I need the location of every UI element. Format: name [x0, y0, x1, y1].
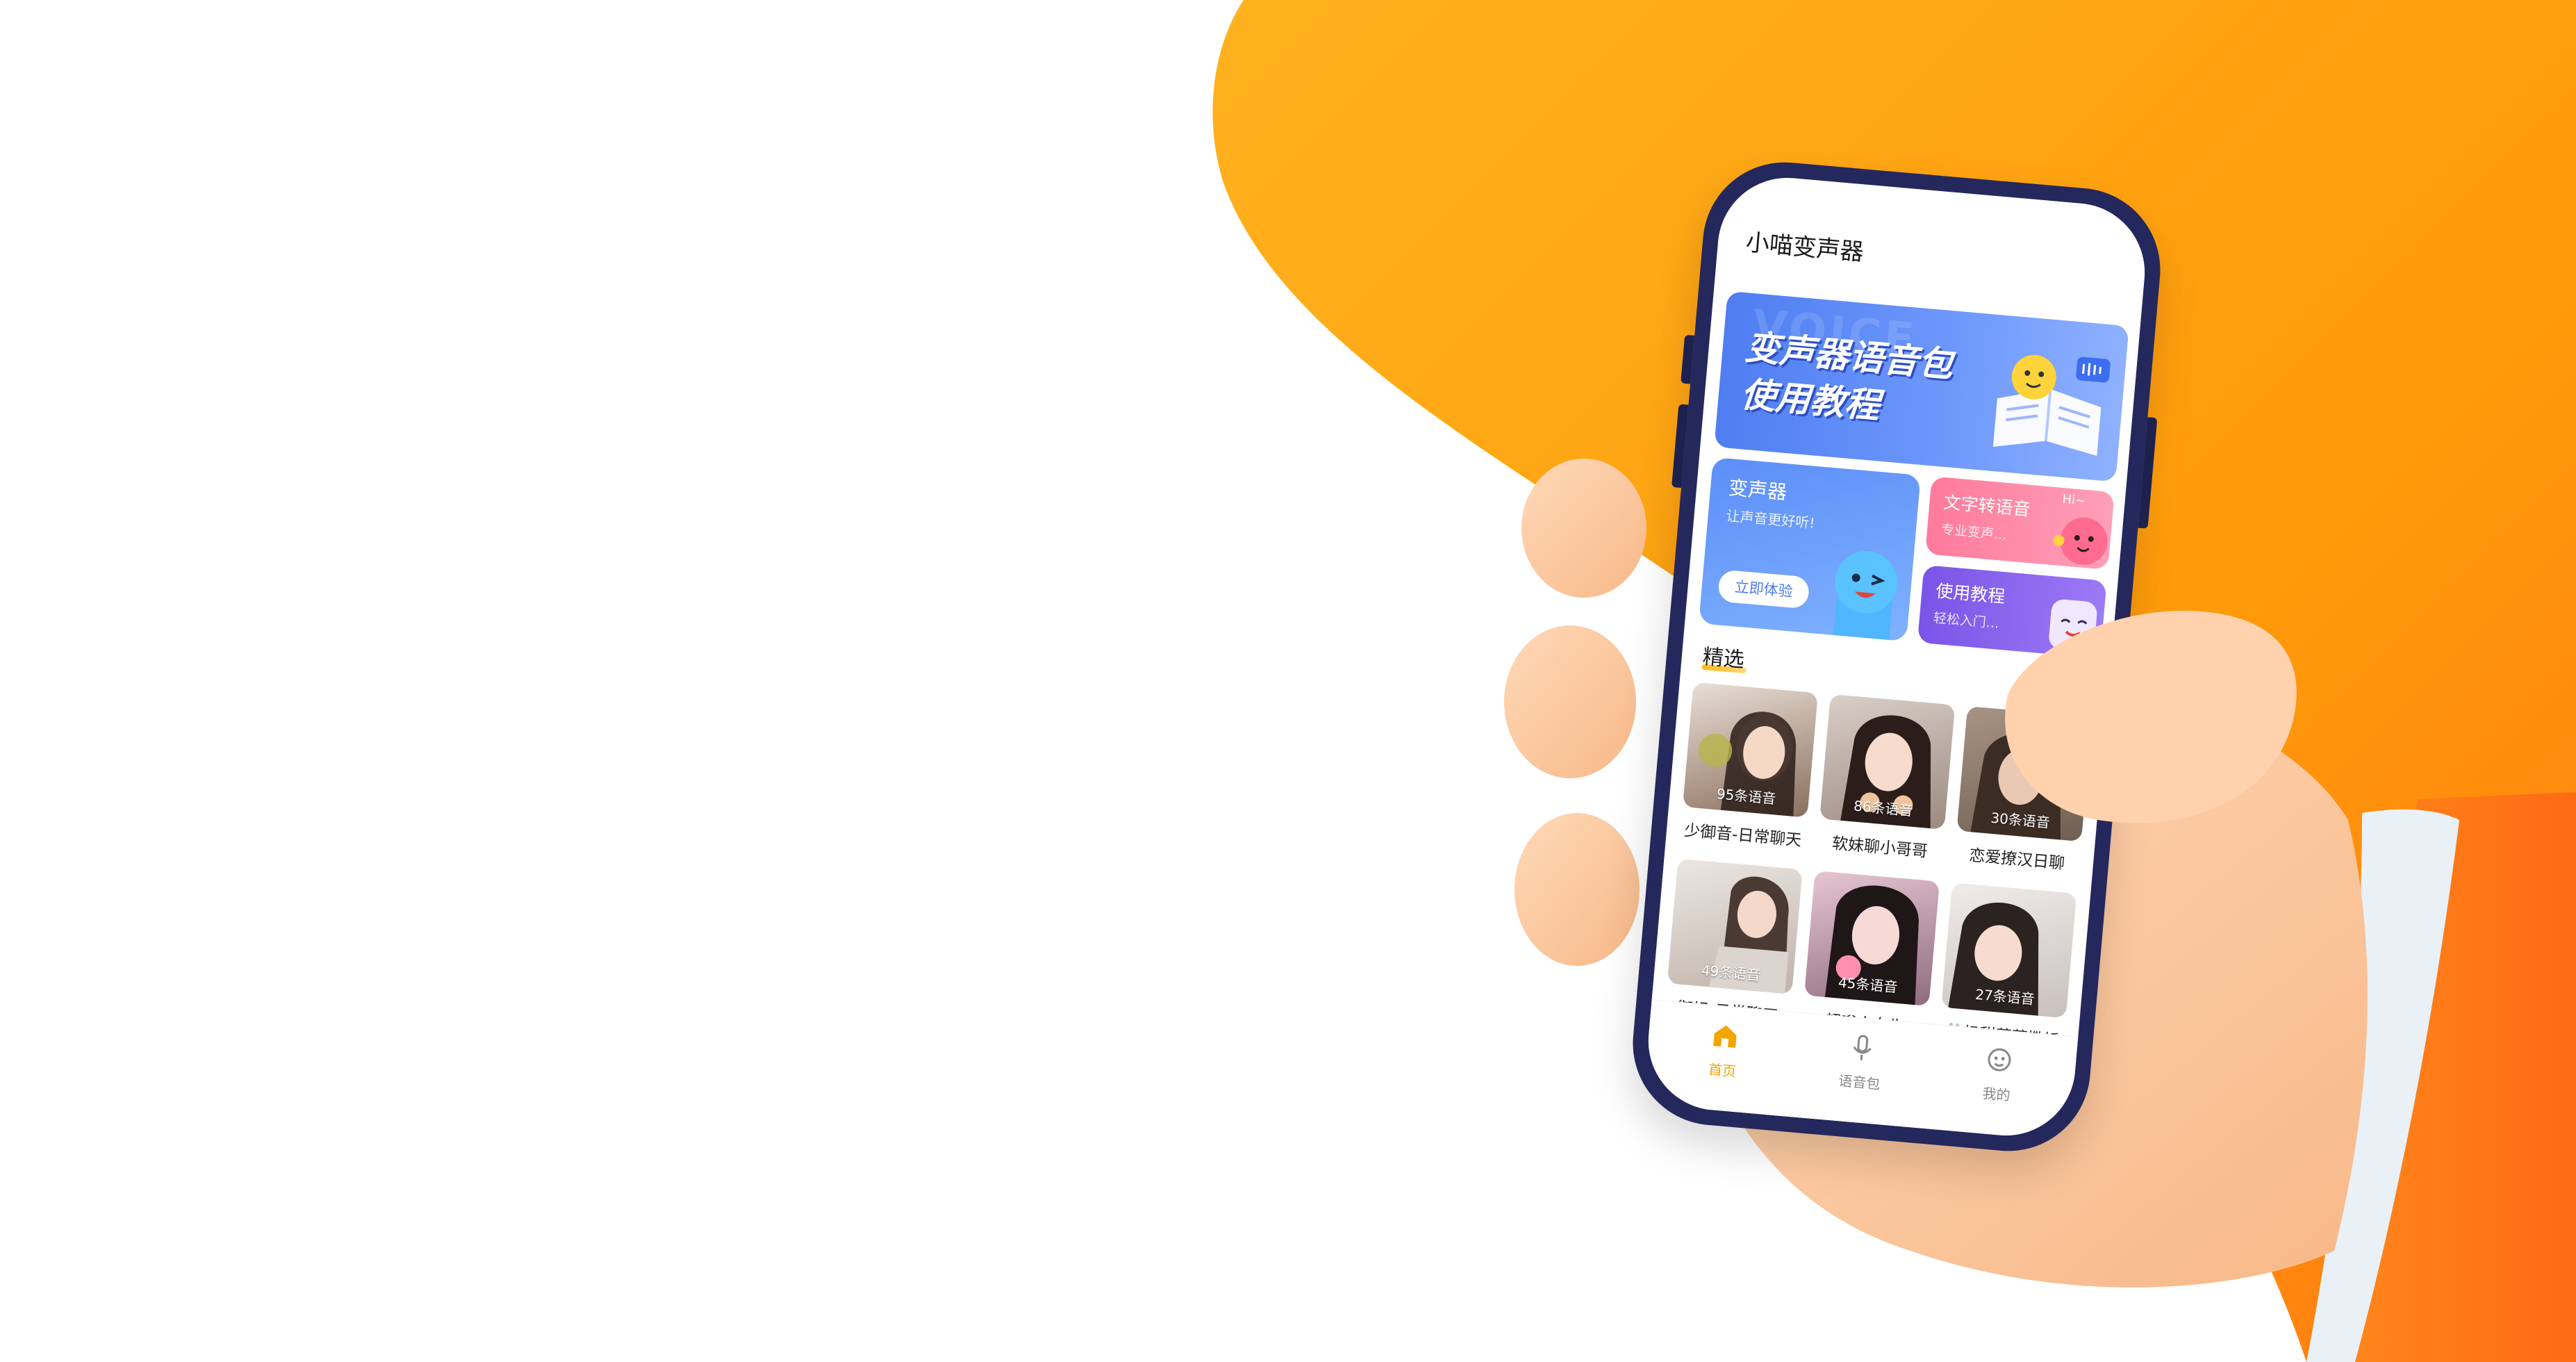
voice-pack-cover: 49条语音	[1667, 858, 1803, 994]
purple-mascot-icon	[2049, 599, 2097, 652]
tab-label: 我的	[1981, 1085, 2011, 1104]
tutorial-subtitle: 轻松入门…	[1933, 610, 2000, 632]
tts-subtitle: 专业变声…	[1940, 521, 2008, 543]
try-now-button[interactable]: 立即体验	[1717, 569, 1810, 609]
pink-mascot-icon	[2053, 517, 2108, 565]
voice-pack-name: 软妹聊小哥哥	[1831, 834, 1929, 861]
tts-title: 文字转语音	[1942, 492, 2031, 520]
voice-pack-cover: 27条语音	[1941, 883, 2077, 1019]
text-to-speech-card[interactable]: 文字转语音 专业变声… Hi~	[1925, 476, 2115, 571]
voice-pack-card[interactable]: 86条语音 软妹聊小哥哥	[1817, 694, 1956, 863]
home-icon	[1713, 1025, 1737, 1048]
tab-voice-pack[interactable]: 语音包	[1810, 1028, 1913, 1096]
voice-pack-name: 恋爱撩汉日聊	[1968, 846, 2066, 873]
microphone-icon	[1853, 1035, 1872, 1060]
voice-pack-cover: 95条语音	[1683, 682, 1819, 818]
voice-pack-card[interactable]: 95条语音 少御音-日常聊天	[1680, 682, 1819, 851]
voice-pack-name: 少御音-日常聊天	[1683, 821, 1803, 851]
hand-illustration	[1504, 459, 2576, 1362]
profile-icon	[1988, 1048, 2011, 1072]
voice-pack-cover: 86条语音	[1819, 694, 1956, 830]
tutorial-banner[interactable]: VOICE 变声器语音包 使用教程	[1714, 290, 2129, 482]
voice-changer-subtitle: 让声音更好听!	[1725, 507, 1816, 532]
blue-mascot-icon	[1833, 550, 1898, 640]
app-title: 小喵变声器	[1744, 228, 1865, 267]
tab-label: 首页	[1708, 1060, 1737, 1081]
voice-changer-card[interactable]: 变声器 让声音更好听! 立即体验	[1699, 457, 1921, 642]
phone-screen: 小喵变声器 VOICE 变声器语音包 使用教程 变声器 让声音更好听! 立即体验	[1642, 172, 2151, 1142]
tutorial-card[interactable]: 使用教程 轻松入门…	[1917, 564, 2107, 659]
featured-section-title: 精选	[1701, 644, 1746, 673]
voice-pack-cover: 30条语音	[1956, 706, 2092, 842]
view-more-link[interactable]: 查看更多	[2047, 683, 2102, 707]
voice-pack-card[interactable]: 30条语音 恋爱撩汉日聊	[1954, 706, 2092, 875]
tutorial-title: 使用教程	[1935, 580, 2006, 607]
phone-device: 小喵变声器 VOICE 变声器语音包 使用教程 变声器 让声音更好听! 立即体验	[1626, 155, 2168, 1158]
voice-pack-cover: 45条语音	[1804, 870, 1940, 1006]
voice-changer-title: 变声器	[1727, 476, 1788, 504]
book-illustration-icon	[1992, 354, 2111, 457]
tab-home[interactable]: 首页	[1673, 1017, 1775, 1084]
tab-profile[interactable]: 我的	[1947, 1040, 2049, 1108]
tab-label: 语音包	[1838, 1072, 1881, 1093]
